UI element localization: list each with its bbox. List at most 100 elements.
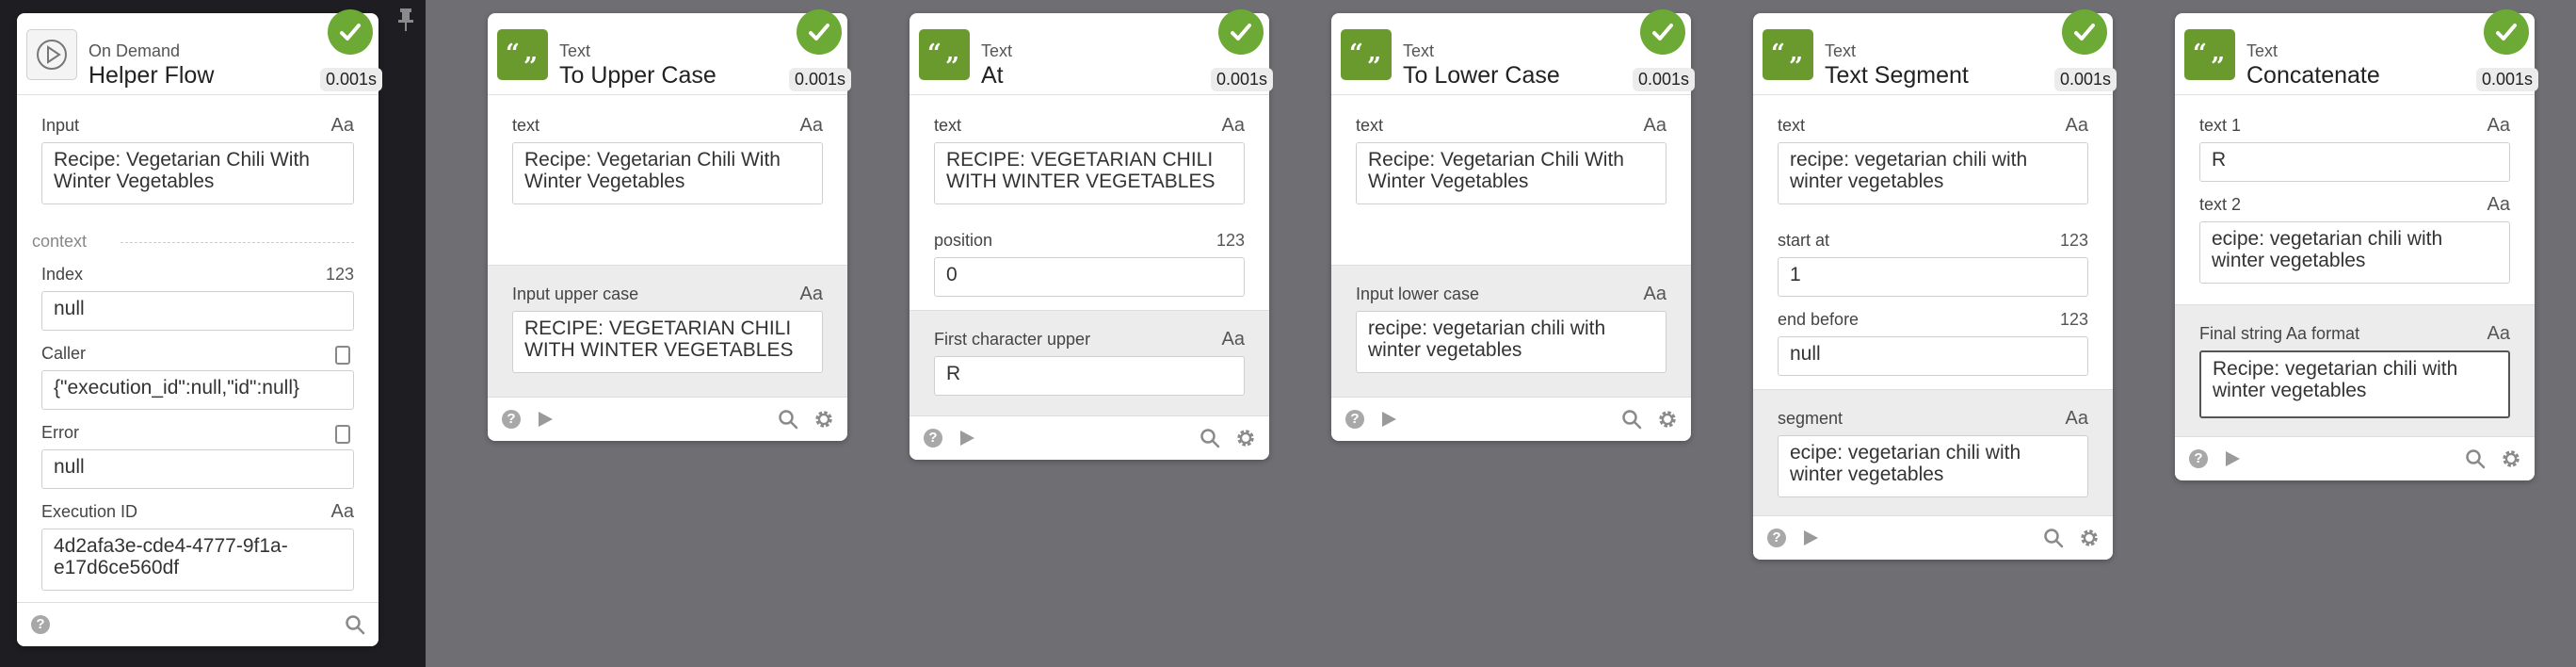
text-segment-card[interactable]: “” Text Text Segment 0.001s text Aa reci… <box>1753 9 2117 560</box>
execution-time-badge: 0.001s <box>319 68 382 91</box>
help-icon[interactable]: ? <box>923 428 943 448</box>
output-value-box[interactable]: ecipe: vegetarian chili with winter vege… <box>1778 435 2088 497</box>
output-value-box[interactable]: R <box>934 356 1245 396</box>
index-field: Index 123 null <box>41 265 354 333</box>
svg-text:”: ” <box>1789 53 1803 67</box>
card-header: On Demand Helper Flow 0.001s <box>17 9 382 95</box>
card-title: At <box>981 62 1004 89</box>
outputs-section: Input lower case Aa recipe: vegetarian c… <box>1331 265 1691 398</box>
text-node-icon: “” <box>1763 29 1813 80</box>
gear-icon[interactable] <box>2079 528 2100 548</box>
caller-value-box[interactable]: {"execution_id":null,"id":null} <box>41 370 354 410</box>
context-divider <box>121 242 354 243</box>
error-field: Error null <box>41 423 354 491</box>
field-label: text <box>512 116 540 135</box>
at-card[interactable]: “” Text At 0.001s text Aa RECIPE: VEGETA… <box>910 9 1273 460</box>
search-icon[interactable] <box>1621 409 1642 430</box>
search-icon[interactable] <box>1199 428 1220 448</box>
output-value-box[interactable]: RECIPE: VEGETARIAN CHILI WITH WINTER VEG… <box>512 311 823 373</box>
text-type-badge: Aa <box>1221 115 1245 136</box>
execution-time-badge: 0.001s <box>1632 68 1695 91</box>
play-icon[interactable] <box>2222 448 2243 469</box>
gear-icon[interactable] <box>1235 428 1256 448</box>
search-icon[interactable] <box>2465 448 2486 469</box>
field-label: text <box>934 116 962 135</box>
index-value-box[interactable]: null <box>41 291 354 331</box>
help-icon[interactable]: ? <box>2188 448 2209 469</box>
text-type-badge: Aa <box>2065 408 2088 429</box>
text-type-badge: Aa <box>1643 284 1666 304</box>
success-check-icon <box>1218 9 1264 55</box>
search-icon[interactable] <box>345 614 365 635</box>
text-value-box[interactable]: Recipe: Vegetarian Chili With Winter Veg… <box>512 142 823 204</box>
card-kind: Text <box>2246 41 2278 60</box>
output-value-box[interactable]: Recipe: vegetarian chili with winter veg… <box>2199 350 2510 418</box>
number-type-badge: 123 <box>2059 231 2088 250</box>
field-label: Caller <box>41 344 87 363</box>
card-footer: ? <box>2175 436 2535 480</box>
help-icon[interactable]: ? <box>1766 528 1787 548</box>
play-icon[interactable] <box>535 409 555 430</box>
execution-id-value-box[interactable]: 4d2afa3e-cde4-4777-9f1a-e17d6ce560df <box>41 529 354 591</box>
end-before-value-box[interactable]: null <box>1778 336 2088 376</box>
success-check-icon <box>797 9 842 55</box>
help-icon[interactable]: ? <box>30 614 51 635</box>
card-header: “” Text Concatenate 0.001s <box>2175 9 2538 95</box>
text-node-icon: “” <box>1341 29 1392 80</box>
execution-time-badge: 0.001s <box>2475 68 2538 91</box>
field-label: Error <box>41 423 79 442</box>
field-label: position <box>934 231 993 250</box>
card-title: Text Segment <box>1825 62 1969 89</box>
play-icon[interactable] <box>957 428 977 448</box>
card-kind: Text <box>981 41 1013 60</box>
error-value-box[interactable]: null <box>41 449 354 489</box>
text-type-badge: Aa <box>799 284 823 304</box>
concatenate-card[interactable]: “” Text Concatenate 0.001s text 1 Aa R t… <box>2175 9 2538 480</box>
svg-text:”: ” <box>1367 53 1381 67</box>
output-value-box[interactable]: recipe: vegetarian chili with winter veg… <box>1356 311 1666 373</box>
card-kind: Text <box>1403 41 1435 60</box>
helper-flow-card[interactable]: On Demand Helper Flow 0.001s Input Aa Re… <box>17 9 382 646</box>
input-value-box[interactable]: Recipe: Vegetarian Chili With Winter Veg… <box>41 142 354 204</box>
text-type-badge: Aa <box>2487 323 2510 344</box>
field-label: Input <box>41 116 80 135</box>
search-icon[interactable] <box>2043 528 2064 548</box>
output-field: Input lower case Aa recipe: vegetarian c… <box>1356 284 1666 379</box>
position-value-box[interactable]: 0 <box>934 257 1245 297</box>
field-label: text <box>1356 116 1384 135</box>
inputs-section: Input Aa Recipe: Vegetarian Chili With W… <box>17 95 378 604</box>
text2-field: text 2 Aa ecipe: vegetarian chili with w… <box>2199 194 2510 289</box>
play-icon[interactable] <box>1800 528 1821 548</box>
text-value-box[interactable]: RECIPE: VEGETARIAN CHILI WITH WINTER VEG… <box>934 142 1245 204</box>
search-icon[interactable] <box>778 409 798 430</box>
output-field: First character upper Aa R <box>934 329 1245 398</box>
text-value-box[interactable]: Recipe: Vegetarian Chili With Winter Veg… <box>1356 142 1666 204</box>
gear-icon[interactable] <box>2501 448 2521 469</box>
svg-text:”: ” <box>945 53 959 67</box>
gear-icon[interactable] <box>813 409 834 430</box>
object-type-icon <box>335 425 350 444</box>
svg-text:“: “ <box>1349 42 1363 67</box>
play-icon[interactable] <box>1378 409 1399 430</box>
output-field: Input upper case Aa RECIPE: VEGETARIAN C… <box>512 284 823 379</box>
number-type-badge: 123 <box>1216 231 1245 250</box>
to-upper-case-card[interactable]: “” Text To Upper Case 0.001s text Aa Rec… <box>488 9 851 441</box>
text-value-box[interactable]: recipe: vegetarian chili with winter veg… <box>1778 142 2088 204</box>
svg-text:“: “ <box>506 42 520 67</box>
field-label: start at <box>1778 231 1830 250</box>
text-node-icon: “” <box>2184 29 2235 80</box>
pin-icon[interactable] <box>395 8 416 32</box>
help-icon[interactable]: ? <box>501 409 522 430</box>
text1-value-box[interactable]: R <box>2199 142 2510 182</box>
field-label: Final string Aa format <box>2199 324 2360 343</box>
field-label: segment <box>1778 409 1843 428</box>
text2-value-box[interactable]: ecipe: vegetarian chili with winter vege… <box>2199 221 2510 284</box>
svg-text:“: “ <box>2193 42 2207 67</box>
card-title: Concatenate <box>2246 62 2380 89</box>
start-at-value-box[interactable]: 1 <box>1778 257 2088 297</box>
help-icon[interactable]: ? <box>1344 409 1365 430</box>
gear-icon[interactable] <box>1657 409 1678 430</box>
caller-field: Caller {"execution_id":null,"id":null} <box>41 344 354 412</box>
to-lower-case-card[interactable]: “” Text To Lower Case 0.001s text Aa Rec… <box>1331 9 1695 441</box>
number-type-badge: 123 <box>325 265 354 284</box>
